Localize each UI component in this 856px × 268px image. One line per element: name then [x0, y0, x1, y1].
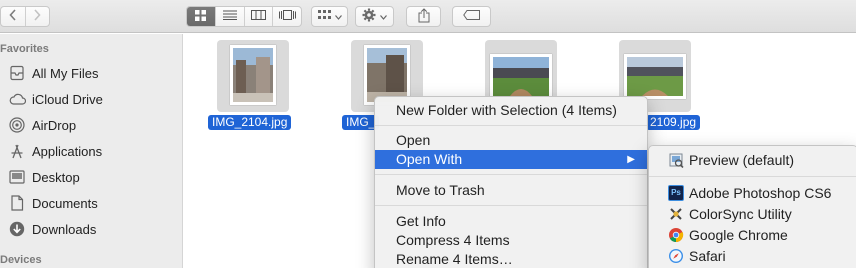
- list-view-icon: [222, 10, 237, 23]
- submenu-item-preview[interactable]: Preview (default): [649, 150, 856, 170]
- chevron-left-icon: [9, 9, 17, 24]
- menu-item-move-to-trash[interactable]: Move to Trash: [375, 181, 647, 200]
- chevron-down-icon: [334, 11, 342, 23]
- photo-thumbnail-image: [490, 54, 552, 99]
- sidebar-item-label: All My Files: [32, 65, 99, 81]
- icon-view-icon: [195, 9, 207, 24]
- menu-item-label: Open With: [396, 151, 463, 167]
- cover-flow-view-button[interactable]: [272, 7, 301, 26]
- sidebar-item-applications[interactable]: Applications: [8, 140, 102, 162]
- icon-view-button[interactable]: [187, 7, 215, 26]
- forward-button[interactable]: [24, 7, 50, 26]
- submenu-item-photoshop[interactable]: Ps Adobe Photoshop CS6: [649, 183, 856, 203]
- menu-item-open-with[interactable]: Open With ▶: [375, 150, 647, 169]
- sidebar-item-icloud-drive[interactable]: iCloud Drive: [8, 88, 103, 110]
- menu-separator: [375, 125, 647, 126]
- documents-icon: [8, 194, 26, 212]
- nav-button-group: [0, 6, 50, 27]
- grid-arrange-icon: [317, 10, 331, 23]
- chevron-down-icon: [380, 11, 387, 23]
- sidebar-item-label: Downloads: [32, 221, 97, 237]
- submenu-item-safari[interactable]: Safari: [649, 246, 856, 266]
- sidebar-section-favorites: Favorites: [0, 43, 49, 55]
- photoshop-app-icon: Ps: [668, 185, 684, 201]
- view-mode-group: [186, 6, 302, 27]
- sidebar-item-label: Documents: [32, 195, 98, 211]
- desktop-icon: [8, 168, 26, 186]
- chevron-right-icon: [33, 9, 41, 24]
- photoshop-icon-text: Ps: [671, 188, 681, 197]
- sidebar-item-label: Applications: [32, 143, 103, 159]
- sidebar-section-devices: Devices: [0, 254, 42, 266]
- file-name-label[interactable]: 2109.jpg: [646, 115, 701, 130]
- sidebar-item-label: AirDrop: [32, 117, 77, 133]
- colorsync-app-icon: [668, 206, 684, 222]
- downloads-icon: [8, 220, 26, 238]
- submenu-item-colorsync-utility[interactable]: ColorSync Utility: [649, 204, 856, 224]
- submenu-item-label: Adobe Photoshop CS6: [689, 185, 832, 201]
- sidebar-item-label: iCloud Drive: [32, 91, 103, 107]
- back-button[interactable]: [1, 7, 25, 26]
- open-with-submenu: Preview (default) Ps Adobe Photoshop CS6…: [648, 145, 856, 268]
- share-icon: [418, 7, 430, 26]
- menu-separator: [375, 205, 647, 206]
- arrange-button[interactable]: [311, 6, 348, 27]
- submenu-item-google-chrome[interactable]: Google Chrome: [649, 225, 856, 245]
- file-thumbnail[interactable]: [217, 40, 289, 112]
- sidebar-item-downloads[interactable]: Downloads: [8, 218, 96, 240]
- menu-separator: [375, 174, 647, 175]
- menu-item-new-folder-with-selection[interactable]: New Folder with Selection (4 Items): [375, 101, 647, 120]
- sidebar-item-airdrop[interactable]: AirDrop: [8, 114, 76, 136]
- share-button[interactable]: [406, 6, 441, 27]
- chrome-app-icon: [668, 227, 684, 243]
- sidebar-item-label: Desktop: [32, 169, 80, 185]
- photo-thumbnail-image: [230, 45, 276, 105]
- menu-separator: [649, 176, 856, 177]
- all-files-icon: [8, 64, 26, 82]
- airdrop-icon: [8, 116, 26, 134]
- sidebar-item-documents[interactable]: Documents: [8, 192, 98, 214]
- context-menu: New Folder with Selection (4 Items) Open…: [374, 96, 648, 268]
- gear-icon: [362, 8, 376, 25]
- menu-item-rename[interactable]: Rename 4 Items…: [375, 250, 647, 268]
- safari-app-icon: [668, 248, 684, 264]
- cover-flow-view-icon: [278, 10, 296, 23]
- submenu-item-label: Preview (default): [689, 152, 795, 168]
- menu-item-compress[interactable]: Compress 4 Items: [375, 231, 647, 250]
- submenu-arrow-icon: ▶: [627, 154, 635, 165]
- column-view-icon: [250, 10, 266, 23]
- action-button[interactable]: [355, 6, 394, 27]
- column-view-button[interactable]: [243, 7, 273, 26]
- sidebar-item-all-my-files[interactable]: All My Files: [8, 62, 98, 84]
- list-view-button[interactable]: [214, 7, 244, 26]
- file-name-label[interactable]: IMG_2104.jpg: [208, 115, 292, 130]
- submenu-item-label: ColorSync Utility: [689, 206, 792, 222]
- sidebar: Favorites All My Files iCloud Drive AirD…: [0, 34, 183, 268]
- menu-item-get-info[interactable]: Get Info: [375, 212, 647, 231]
- finder-toolbar: [0, 0, 856, 33]
- cloud-icon: [8, 90, 26, 108]
- submenu-item-label: Google Chrome: [689, 227, 788, 243]
- applications-icon: [8, 142, 26, 160]
- sidebar-item-desktop[interactable]: Desktop: [8, 166, 80, 188]
- preview-app-icon: [668, 152, 684, 168]
- tag-button[interactable]: [452, 6, 491, 27]
- tag-icon: [462, 10, 481, 23]
- submenu-item-label: Safari: [689, 248, 726, 264]
- photo-thumbnail-image: [624, 54, 686, 99]
- menu-item-open[interactable]: Open: [375, 131, 647, 150]
